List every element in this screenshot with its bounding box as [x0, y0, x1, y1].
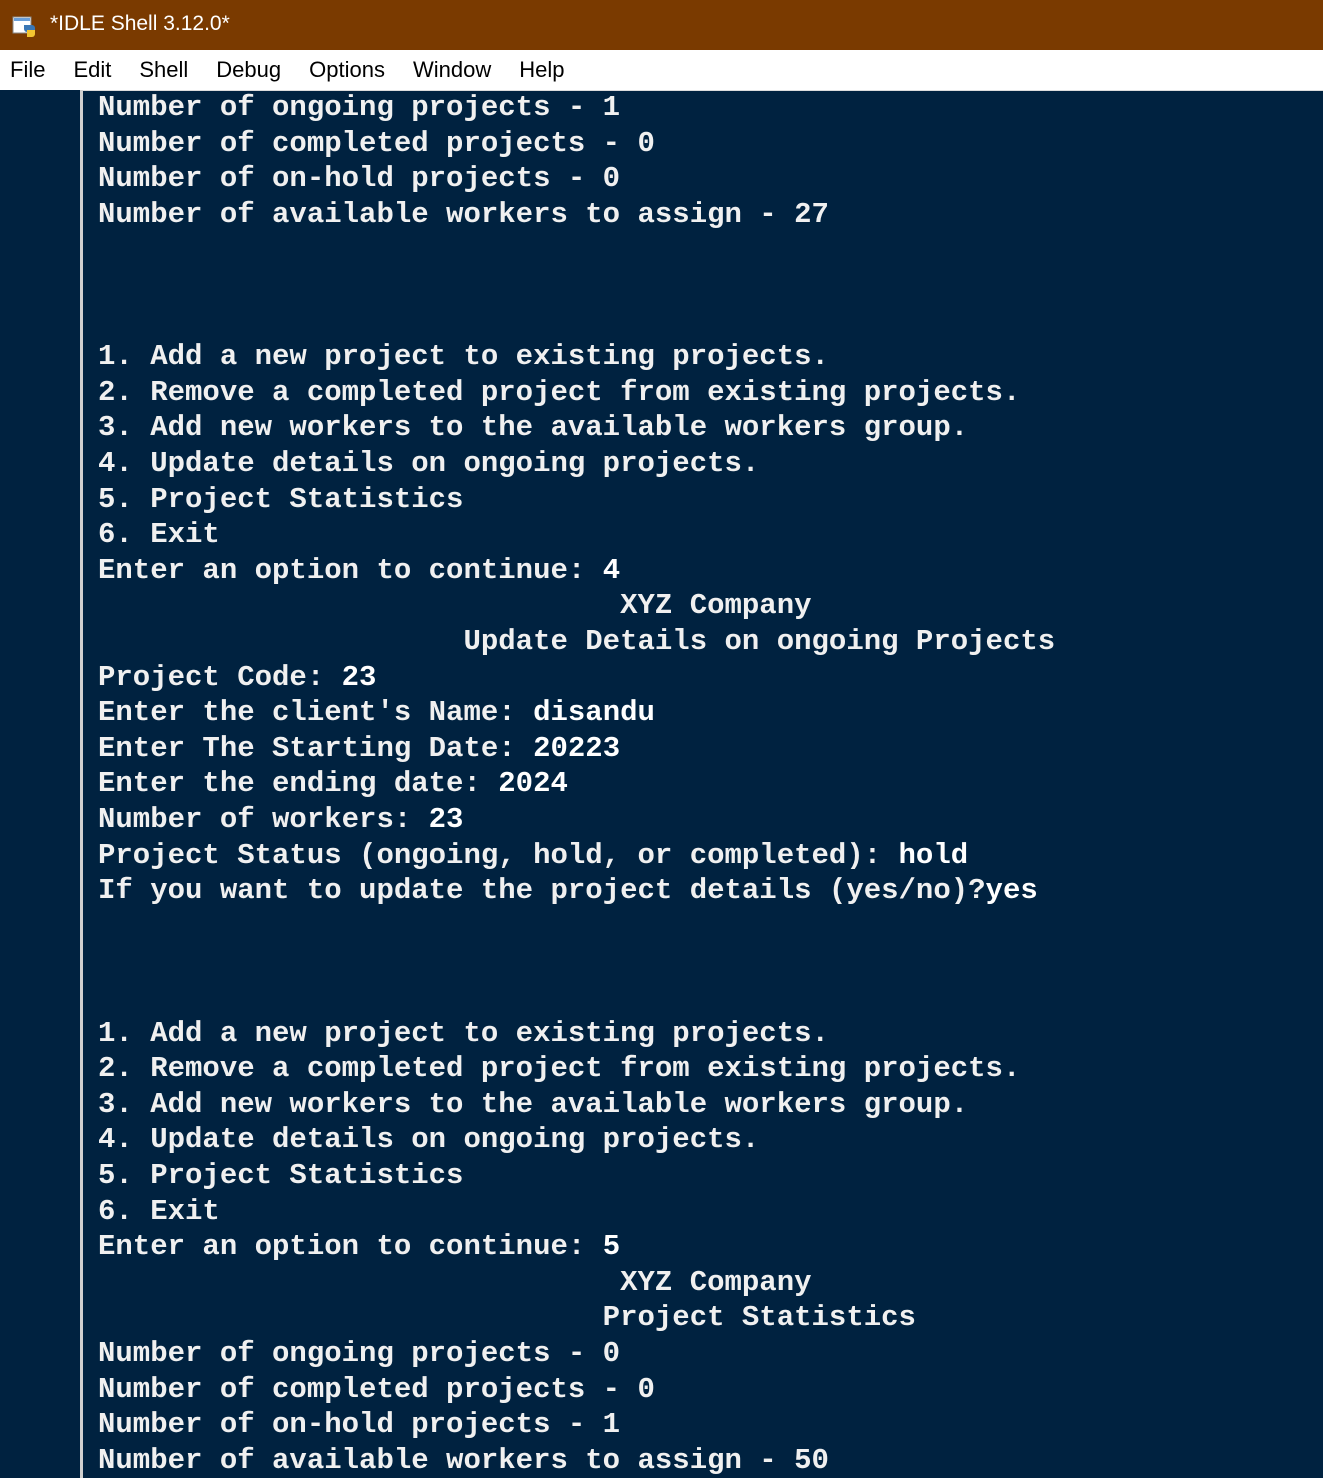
- console-line: Enter the client's Name: disandu: [98, 695, 655, 731]
- console-line: 3. Add new workers to the available work…: [98, 410, 968, 446]
- console-output: 4. Update details on ongoing projects.: [98, 447, 760, 480]
- console-output: Enter an option to continue:: [98, 1230, 603, 1264]
- console-user-input: disandu: [533, 696, 655, 730]
- console-line: 6. Exit: [98, 517, 220, 553]
- console-output: XYZ Company: [98, 589, 812, 623]
- python-idle-icon: [12, 13, 38, 39]
- console-output: 5. Project Statistics: [98, 1159, 464, 1192]
- console-output: 2. Remove a completed project from exist…: [98, 1052, 1021, 1086]
- console-user-input: 23: [341, 660, 377, 694]
- console-output: 1. Add a new project to existing project…: [98, 340, 829, 374]
- window-title: *IDLE Shell 3.12.0*: [50, 12, 230, 35]
- console-line: XYZ Company: [98, 588, 812, 624]
- console-output: 6. Exit: [98, 1194, 220, 1228]
- menu-bar: File Edit Shell Debug Options Window Help: [0, 50, 1323, 91]
- console-output: XYZ Company: [98, 1265, 812, 1299]
- console-output: Number of available workers to assign - …: [98, 197, 829, 231]
- console-output: Number of completed projects - 0: [98, 1372, 655, 1406]
- shell-console[interactable]: Number of ongoing projects - 1 Number of …: [98, 90, 1318, 1478]
- console-output: Project Statistics: [98, 1301, 916, 1335]
- console-user-input: 2024: [498, 767, 568, 801]
- console-line: Enter The Starting Date: 20223: [98, 731, 620, 767]
- console-output: Enter the ending date:: [98, 767, 499, 801]
- console-user-input: yes: [985, 874, 1038, 908]
- console-output: Update Details on ongoing Projects: [98, 625, 1056, 658]
- console-output: Number of on-hold projects - 0: [98, 162, 621, 196]
- console-output: Number of ongoing projects - 1: [98, 91, 621, 124]
- console-line: Number of available workers to assign - …: [98, 1443, 829, 1478]
- console-line: If you want to update the project detail…: [98, 873, 1038, 909]
- console-line: Number of available workers to assign - …: [98, 197, 829, 233]
- console-line: 1. Add a new project to existing project…: [98, 1016, 829, 1052]
- console-line: Number of completed projects - 0: [98, 126, 655, 162]
- console-line: Enter the ending date: 2024: [98, 766, 568, 802]
- gutter-divider: [80, 90, 83, 1478]
- console-line: 5. Project Statistics: [98, 1158, 463, 1194]
- console-output: Enter The Starting Date:: [98, 731, 534, 765]
- console-output: Enter the client's Name:: [98, 696, 534, 730]
- console-output: Number of completed projects - 0: [98, 126, 655, 160]
- menu-help[interactable]: Help: [505, 57, 578, 83]
- console-user-input: hold: [898, 838, 969, 872]
- menu-edit[interactable]: Edit: [59, 57, 125, 83]
- console-line: Enter an option to continue: 4: [98, 553, 620, 589]
- console-output: Number of ongoing projects - 0: [98, 1337, 621, 1370]
- console-user-input: 4: [602, 553, 621, 587]
- console-line: Number of workers: 23: [98, 802, 463, 838]
- console-line: Update Details on ongoing Projects: [98, 624, 1055, 660]
- console-output: 1. Add a new project to existing project…: [98, 1016, 829, 1050]
- title-bar: *IDLE Shell 3.12.0*: [0, 0, 1323, 50]
- console-line: 6. Exit: [98, 1194, 220, 1230]
- console-output: 2. Remove a completed project from exist…: [98, 375, 1021, 409]
- console-output: 6. Exit: [98, 518, 220, 552]
- console-output: Project Code:: [98, 660, 342, 694]
- console-line: 4. Update details on ongoing projects.: [98, 1122, 759, 1158]
- console-line: Number of on-hold projects - 1: [98, 1407, 620, 1443]
- console-user-input: 20223: [533, 731, 621, 765]
- console-line: 1. Add a new project to existing project…: [98, 339, 829, 375]
- console-output: 4. Update details on ongoing projects.: [98, 1123, 760, 1157]
- console-output: Number of on-hold projects - 1: [98, 1408, 621, 1442]
- console-output: 5. Project Statistics: [98, 482, 464, 516]
- console-line: Enter an option to continue: 5: [98, 1229, 620, 1265]
- menu-window[interactable]: Window: [399, 57, 505, 83]
- menu-file[interactable]: File: [0, 57, 59, 83]
- console-output: Enter an option to continue:: [98, 553, 603, 587]
- console-output: 3. Add new workers to the available work…: [98, 1087, 969, 1121]
- console-line: 3. Add new workers to the available work…: [98, 1087, 968, 1123]
- console-line: XYZ Company: [98, 1265, 812, 1301]
- console-line: Project Statistics: [98, 1300, 916, 1336]
- menu-shell[interactable]: Shell: [125, 57, 202, 83]
- console-line: 2. Remove a completed project from exist…: [98, 375, 1020, 411]
- console-line: 4. Update details on ongoing projects.: [98, 446, 759, 482]
- console-line: Project Status (ongoing, hold, or comple…: [98, 838, 968, 874]
- console-output: Number of available workers to assign - …: [98, 1443, 829, 1477]
- line-gutter: [0, 90, 80, 1478]
- console-line: Project Code: 23: [98, 660, 376, 696]
- console-user-input: 23: [428, 803, 464, 836]
- console-output: Project Status (ongoing, hold, or comple…: [98, 838, 899, 872]
- console-output: If you want to update the project detail…: [98, 874, 986, 908]
- console-user-input: 5: [602, 1230, 621, 1264]
- console-line: Number of ongoing projects - 1: [98, 90, 620, 126]
- console-output: 3. Add new workers to the available work…: [98, 411, 969, 445]
- console-line: Number of on-hold projects - 0: [98, 161, 620, 197]
- console-output: Number of workers:: [98, 803, 429, 836]
- console-line: Number of ongoing projects - 0: [98, 1336, 620, 1372]
- menu-options[interactable]: Options: [295, 57, 399, 83]
- console-line: Number of completed projects - 0: [98, 1372, 655, 1408]
- console-line: 5. Project Statistics: [98, 482, 463, 518]
- menu-debug[interactable]: Debug: [202, 57, 295, 83]
- console-line: 2. Remove a completed project from exist…: [98, 1051, 1020, 1087]
